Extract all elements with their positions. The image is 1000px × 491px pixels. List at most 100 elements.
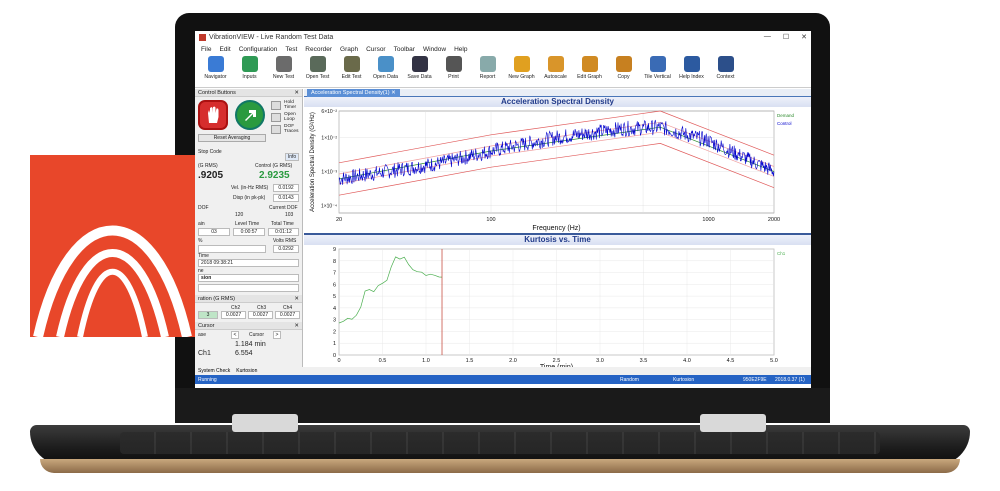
info-button[interactable]: Info <box>285 153 299 161</box>
channel-header: ration (G RMS) ✕ <box>195 295 302 303</box>
edit-test-button[interactable]: Edit Test <box>337 54 366 80</box>
asd-x-tick: 20 <box>336 217 342 223</box>
close-panel-icon[interactable]: ✕ <box>294 90 299 96</box>
total-time-label: Total Time <box>271 221 294 227</box>
new-test-button[interactable]: New Test <box>269 54 298 80</box>
asd-plot[interactable]: 20 100 1000 2000 6×10⁻² 1×10⁻² 1×10⁻³ 1×10⁻⁴ Fre… <box>304 107 811 232</box>
control-buttons: Hold Timer Open Loop DOF Traces Reset Av… <box>195 97 302 147</box>
toolbar-label: Context <box>716 74 735 80</box>
menu-item-window[interactable]: Window <box>423 46 446 53</box>
open-test-button[interactable]: Open Test <box>303 54 332 80</box>
hinge-right <box>700 414 766 432</box>
app-icon <box>199 34 206 41</box>
status-running: Running <box>198 376 217 383</box>
keyboard <box>120 432 880 454</box>
left-panel: Control Buttons ✕ Hold Timer Open Loop D… <box>195 89 303 375</box>
run-button[interactable] <box>235 100 265 130</box>
asd-title: Acceleration Spectral Density <box>304 97 811 107</box>
stop-button[interactable] <box>198 100 228 130</box>
close-button[interactable]: ✕ <box>801 33 807 41</box>
status-values: Stop Code Info (G RMS) Control (G RMS) .… <box>195 147 302 377</box>
open-loop-button[interactable] <box>271 113 281 122</box>
ch1-value: 3 <box>198 311 218 319</box>
inputs-button[interactable]: Inputs <box>235 54 264 80</box>
hand-icon <box>208 106 219 123</box>
status-version: 2018.0.37 (1) <box>775 376 805 383</box>
tab-asd[interactable]: Acceleration Spectral Density(1) ✕ <box>307 89 400 97</box>
close-cursor-icon[interactable]: ✕ <box>294 323 299 329</box>
time-value: 2018 09:38:21 <box>198 259 299 267</box>
help-index-button[interactable]: Help Index <box>677 54 706 80</box>
kurtosis-y-tick: 3 <box>333 318 336 324</box>
tab-kurtosion[interactable]: Kurtosion <box>236 368 257 374</box>
control-buttons-title: Control Buttons <box>198 89 236 96</box>
reset-averaging-button[interactable]: Reset Averaging <box>198 134 266 142</box>
kurtosis-y-tick: 6 <box>333 282 336 288</box>
total-time-value: 0:01:12 <box>268 228 299 236</box>
menu-item-recorder[interactable]: Recorder <box>305 46 332 53</box>
close-channel-icon[interactable]: ✕ <box>294 296 299 302</box>
kurtosis-x-tick: 4.5 <box>727 358 735 364</box>
tab-system-check[interactable]: System Check <box>198 368 230 374</box>
dof-value: 120 <box>235 212 244 218</box>
menu-item-cursor[interactable]: Cursor <box>366 46 386 53</box>
kurtosis-x-tick: 3.0 <box>596 358 604 364</box>
asd-y-tick: 1×10⁻³ <box>321 169 337 175</box>
menu-item-toolbar[interactable]: Toolbar <box>394 46 415 53</box>
toolbar-label: New Graph <box>508 74 535 80</box>
menu-item-help[interactable]: Help <box>454 46 467 53</box>
menu-item-file[interactable]: File <box>201 46 211 53</box>
cursor-channel-label: Ch1 <box>198 350 211 357</box>
open-data-button[interactable]: Open Data <box>371 54 400 80</box>
asd-y-tick: 1×10⁻⁴ <box>321 203 337 209</box>
open-loop-label: Open Loop <box>284 112 296 122</box>
minimize-button[interactable]: — <box>764 33 771 41</box>
inputs-icon <box>241 56 258 72</box>
report-icon <box>479 56 496 72</box>
cursor-prev-button[interactable]: < <box>231 331 239 339</box>
asd-y-tick: 1×10⁻² <box>321 135 337 141</box>
edit-test-icon <box>343 56 360 72</box>
gain-value: 03 <box>198 228 230 236</box>
toolbar-label: Edit Graph <box>577 74 602 80</box>
kurtosis-chart: Kurtosis vs. Time 0 0.5 1.0 1.5 2.0 2.5 3.0 3.5… <box>304 233 811 369</box>
copy-button[interactable]: Copy <box>609 54 638 80</box>
hold-timer-button[interactable] <box>271 101 281 110</box>
new-test-icon <box>275 56 292 72</box>
menu-item-graph[interactable]: Graph <box>340 46 358 53</box>
save-data-button[interactable]: Save Data <box>405 54 434 80</box>
status-test-type: Random <box>620 376 639 383</box>
dof-traces-button[interactable] <box>271 125 281 134</box>
menu-item-configuration[interactable]: Configuration <box>239 46 278 53</box>
cursor-x-value: 1.184 min <box>235 341 266 348</box>
navigator-icon <box>207 56 224 72</box>
kurtosis-x-tick: 0.5 <box>379 358 387 364</box>
tile-vertical-button[interactable]: Tile Vertical <box>643 54 672 80</box>
toolbar-label: New Test <box>272 74 295 80</box>
menu-item-edit[interactable]: Edit <box>219 46 230 53</box>
report-button[interactable]: Report <box>473 54 502 80</box>
navigator-button[interactable]: Navigator <box>201 54 230 80</box>
asd-chart: Acceleration Spectral Density 20 100 1000 2… <box>304 97 811 232</box>
maximize-button[interactable]: ☐ <box>783 33 789 41</box>
edit-graph-icon <box>581 56 598 72</box>
edit-graph-button[interactable]: Edit Graph <box>575 54 604 80</box>
context-button[interactable]: Context <box>711 54 740 80</box>
displacement-value: 0.0143 <box>273 194 299 202</box>
demand-value: .9205 <box>198 170 224 181</box>
kurtosis-y-tick: 8 <box>333 259 336 265</box>
autoscale-button[interactable]: Autoscale <box>541 54 570 80</box>
new-graph-button[interactable]: New Graph <box>507 54 536 80</box>
menu-item-test[interactable]: Test <box>285 46 297 53</box>
print-icon <box>445 56 462 72</box>
arch-logo-icon <box>33 225 192 337</box>
kurtosis-y-tick: 7 <box>333 271 336 277</box>
print-button[interactable]: Print <box>439 54 468 80</box>
hold-timer-label: Hold Timer <box>284 100 297 110</box>
window-controls: — ☐ ✕ <box>764 33 807 41</box>
cursor-channel-value: 6.554 <box>235 350 253 357</box>
screen: VibrationVIEW - Live Random Test Data — … <box>195 31 811 388</box>
document-tab-bar: Acceleration Spectral Density(1) ✕ <box>304 89 811 97</box>
kurtosis-plot[interactable]: 0 0.5 1.0 1.5 2.0 2.5 3.0 3.5 4.0 4.5 5.0012345678… <box>304 245 811 369</box>
cursor-next-button[interactable]: > <box>273 331 281 339</box>
